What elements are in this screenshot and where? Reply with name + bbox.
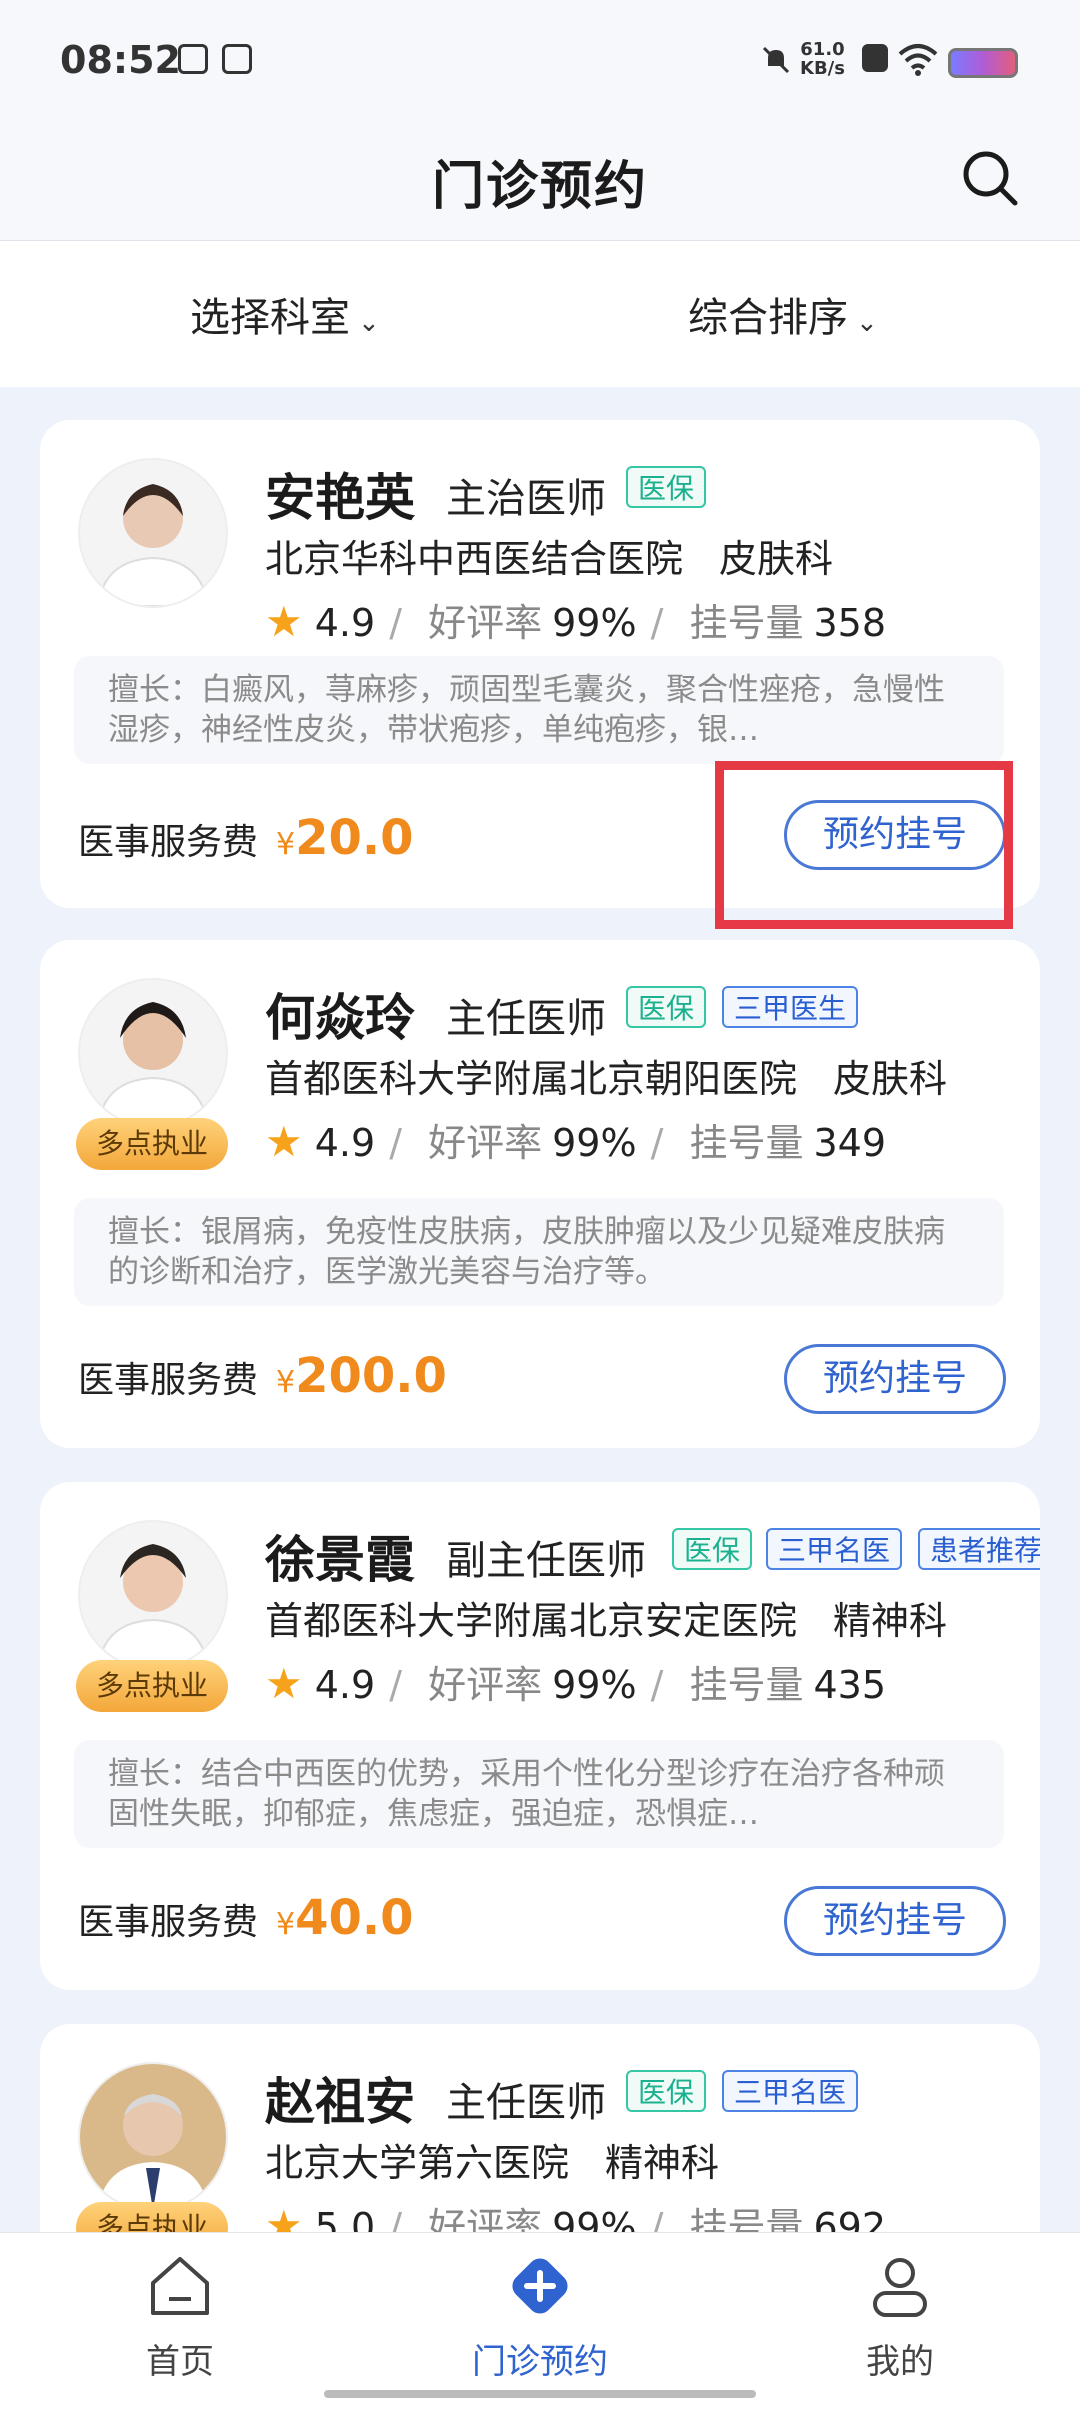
multi-site-badge: 多点执业 — [76, 1118, 228, 1170]
status-bar: 08:52 61.0 KB/s — [0, 0, 1080, 120]
user-icon — [873, 2258, 927, 2317]
department-filter[interactable]: 选择科室 ⌄ — [190, 285, 380, 343]
doctor-title: 副主任医师 — [446, 1538, 646, 1584]
doctor-card[interactable]: 多点执业 何焱玲 主任医师 医保 三甲医生 首都医科大学附属北京朝阳医院 皮肤科 … — [40, 940, 1040, 1448]
filter-bar: 选择科室 ⌄ 综合排序 ⌄ — [0, 241, 1080, 387]
doctor-title: 主任医师 — [446, 2080, 606, 2126]
mute-icon — [762, 46, 790, 74]
insurance-tag: 医保 — [626, 466, 707, 508]
page-title: 门诊预约 — [431, 157, 648, 217]
doctor-skill: 擅长：银屑病，免疫性皮肤病，皮肤肿瘤以及少见疑难皮肤病的诊断和治疗，医学激光美容… — [74, 1198, 1004, 1306]
net-speed: 61.0 KB/s — [800, 39, 845, 79]
book-appointment-button[interactable]: 预约挂号 — [784, 1344, 1006, 1414]
top-doctor-tag: 三甲名医 — [722, 2070, 859, 2112]
sort-filter[interactable]: 综合排序 ⌄ — [688, 285, 878, 343]
chevron-down-icon: ⌄ — [358, 308, 380, 338]
home-icon — [151, 2257, 209, 2315]
header: 门诊预约 — [0, 120, 1080, 241]
doctor-hospital: 北京华科中西医结合医院 皮肤科 — [265, 537, 834, 581]
doctor-name: 赵祖安 — [265, 2073, 415, 2131]
doctor-name: 安艳英 — [265, 469, 415, 527]
notification-icon — [178, 44, 208, 74]
message-icon — [222, 44, 252, 74]
doctor-card[interactable]: 多点执业 徐景霞 副主任医师 医保 三甲名医 患者推荐 首都医科大学附属北京安定… — [40, 1482, 1040, 1990]
fee-row: 医事服务费 ¥20.0 — [78, 810, 414, 866]
doctor-hospital: 首都医科大学附属北京朝阳医院 皮肤科 — [265, 1057, 948, 1101]
battery-icon — [948, 48, 1018, 78]
doctor-title: 主治医师 — [446, 476, 606, 522]
nav-appointment[interactable]: 门诊预约 — [440, 2253, 640, 2383]
doctor-hospital: 首都医科大学附属北京安定医院 精神科 — [265, 1599, 948, 1643]
doctor-name: 徐景霞 — [265, 1531, 415, 1589]
top-hospital-tag: 三甲医生 — [722, 986, 859, 1028]
chevron-down-icon: ⌄ — [856, 308, 878, 338]
doctor-stats: ★ 4.9/ 好评率 99% / 挂号量 349 — [265, 1117, 887, 1166]
doctor-name: 何焱玲 — [265, 989, 415, 1047]
insurance-tag: 医保 — [626, 2070, 707, 2112]
patient-recommend-tag: 患者推荐 — [918, 1528, 1040, 1570]
insurance-tag: 医保 — [626, 986, 707, 1028]
doctor-avatar — [78, 978, 228, 1128]
sim-icon — [862, 44, 888, 72]
insurance-tag: 医保 — [672, 1528, 753, 1570]
bottom-nav: 首页 门诊预约 我的 — [0, 2232, 1080, 2409]
nav-home[interactable]: 首页 — [80, 2253, 280, 2383]
doctor-hospital: 北京大学第六医院 精神科 — [265, 2141, 720, 2185]
multi-site-badge: 多点执业 — [76, 1660, 228, 1712]
search-icon[interactable] — [960, 148, 1020, 208]
doctor-skill: 擅长：结合中西医的优势，采用个性化分型诊疗在治疗各种顽固性失眠，抑郁症，焦虑症，… — [74, 1740, 1004, 1848]
doctor-avatar — [78, 2062, 228, 2212]
doctor-skill: 擅长：白癜风，荨麻疹，顽固型毛囊炎，聚合性痤疮，急慢性湿疹，神经性皮炎，带状疱疹… — [74, 656, 1004, 764]
status-time: 08:52 — [60, 38, 181, 82]
doctor-avatar — [78, 458, 228, 608]
wifi-icon — [898, 44, 938, 76]
doctor-stats: ★ 4.9/ 好评率 99% / 挂号量 358 — [265, 597, 887, 646]
book-appointment-button[interactable]: 预约挂号 — [784, 1886, 1006, 1956]
star-icon: ★ — [265, 1117, 303, 1166]
star-icon: ★ — [265, 1659, 303, 1708]
doctor-stats: ★ 4.9/ 好评率 99% / 挂号量 435 — [265, 1659, 887, 1708]
star-icon: ★ — [265, 597, 303, 646]
plus-icon — [512, 2258, 568, 2314]
doctor-avatar — [78, 1520, 228, 1670]
fee-row: 医事服务费 ¥200.0 — [78, 1348, 447, 1404]
top-doctor-tag: 三甲名医 — [766, 1528, 903, 1570]
highlight-box — [715, 761, 1013, 929]
fee-row: 医事服务费 ¥40.0 — [78, 1890, 414, 1946]
home-indicator — [324, 2390, 756, 2398]
nav-mine[interactable]: 我的 — [800, 2253, 1000, 2383]
doctor-title: 主任医师 — [446, 996, 606, 1042]
